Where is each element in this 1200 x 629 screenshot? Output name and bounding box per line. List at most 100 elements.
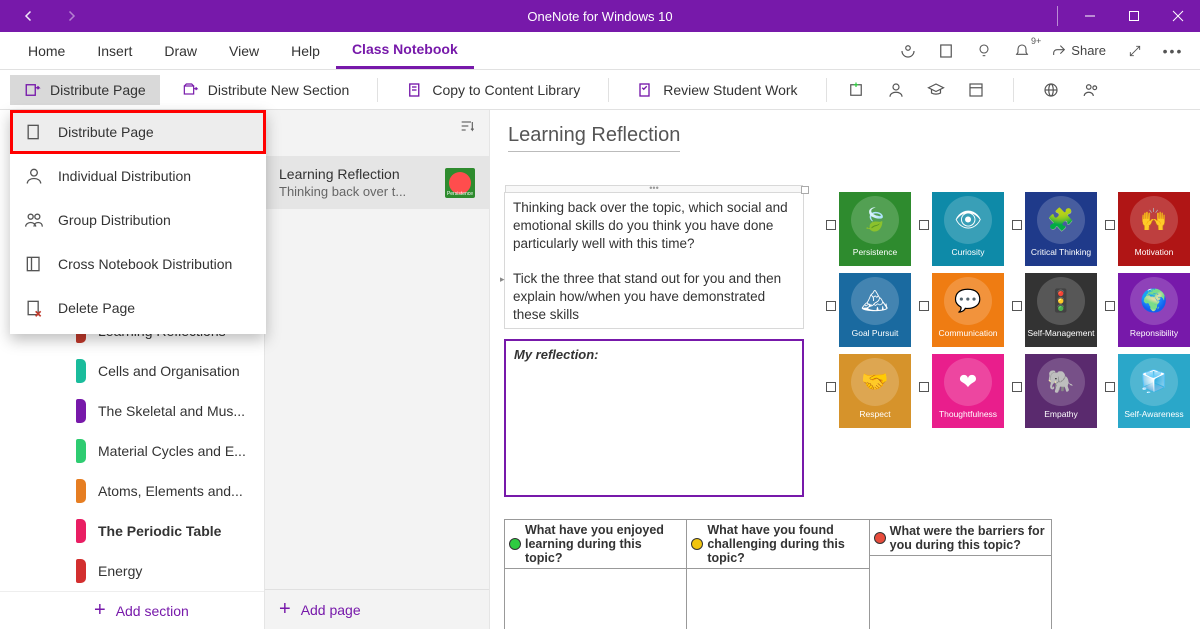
skill-card: 🤝 Respect bbox=[839, 354, 911, 428]
nav-back-button[interactable] bbox=[20, 7, 38, 25]
skill-checkbox[interactable] bbox=[1105, 220, 1115, 230]
section-color-tab bbox=[76, 359, 86, 383]
connections-icon[interactable] bbox=[1042, 81, 1060, 99]
ribbon-more-icon[interactable]: ••• bbox=[1164, 42, 1182, 60]
ctx-item-distribute-page[interactable]: Distribute Page bbox=[10, 110, 266, 154]
skill-checkbox[interactable] bbox=[1012, 382, 1022, 392]
add-section-button[interactable]: + Add section bbox=[0, 591, 264, 629]
skill-checkbox[interactable] bbox=[919, 301, 929, 311]
skill-cell: ❤ Thoughtfulness bbox=[919, 354, 1009, 432]
skill-checkbox[interactable] bbox=[1012, 301, 1022, 311]
skill-illustration-icon: 👁 bbox=[944, 196, 992, 244]
skill-checkbox[interactable] bbox=[1012, 220, 1022, 230]
ctx-item-group-distribution[interactable]: Group Distribution bbox=[10, 198, 266, 242]
section-item[interactable]: The Skeletal and Mus... bbox=[0, 391, 264, 431]
review-work-icon bbox=[637, 81, 655, 99]
skill-checkbox[interactable] bbox=[826, 220, 836, 230]
skill-label: Communication bbox=[938, 328, 997, 338]
ctx-item-icon bbox=[24, 166, 44, 186]
section-label: The Skeletal and Mus... bbox=[98, 403, 248, 419]
skill-cell: 👁 Curiosity bbox=[919, 192, 1009, 270]
tab-insert[interactable]: Insert bbox=[81, 32, 148, 69]
skill-checkbox[interactable] bbox=[919, 220, 929, 230]
lightbulb-icon[interactable] bbox=[975, 42, 993, 60]
pages-panel: Learning Reflection Thinking back over t… bbox=[265, 110, 490, 629]
skill-illustration-icon: 🍃 bbox=[851, 196, 899, 244]
ctx-item-delete-page[interactable]: Delete Page bbox=[10, 286, 266, 330]
titlebar-separator bbox=[1057, 6, 1058, 26]
question-answer-cell[interactable] bbox=[687, 569, 868, 629]
cmd-review-work[interactable]: Review Student Work bbox=[623, 75, 811, 105]
section-item[interactable]: The Periodic Table bbox=[0, 511, 264, 551]
skill-cell: 🧊 Self-Awareness bbox=[1105, 354, 1195, 432]
page-title[interactable]: Learning Reflection bbox=[508, 124, 680, 152]
share-button[interactable]: Share bbox=[1051, 43, 1106, 59]
skill-checkbox[interactable] bbox=[1105, 301, 1115, 311]
notifications-icon[interactable]: 9+ bbox=[1013, 42, 1031, 60]
ctx-item-icon bbox=[24, 210, 44, 230]
skill-cell: 🚦 Self-Management bbox=[1012, 273, 1102, 351]
skill-label: Curiosity bbox=[951, 247, 984, 257]
question-answer-cell[interactable] bbox=[870, 556, 1051, 622]
page-canvas[interactable]: Learning Reflection Thinking back over t… bbox=[490, 110, 1200, 629]
skill-card: 🌍 Reponsibility bbox=[1118, 273, 1190, 347]
question-header: What have you enjoyed learning during th… bbox=[505, 520, 686, 569]
ctx-item-individual-distribution[interactable]: Individual Distribution bbox=[10, 154, 266, 198]
instructions-box[interactable]: Thinking back over the topic, which soci… bbox=[504, 192, 804, 329]
collapse-caret-icon[interactable]: ▸ bbox=[500, 273, 505, 285]
ribbon-commands: Distribute Page Distribute New Section C… bbox=[0, 70, 1200, 110]
page-icon[interactable] bbox=[937, 42, 955, 60]
question-answer-cell[interactable] bbox=[505, 569, 686, 629]
nav-forward-button[interactable] bbox=[62, 7, 80, 25]
cmd-separator bbox=[377, 78, 378, 102]
ctx-item-label: Group Distribution bbox=[58, 212, 171, 228]
ctx-item-icon bbox=[24, 254, 44, 274]
dictate-icon[interactable] bbox=[899, 42, 917, 60]
ctx-item-icon bbox=[24, 122, 44, 142]
question-column: What were the barriers for you during th… bbox=[870, 520, 1051, 629]
skill-illustration-icon: 🌍 bbox=[1130, 277, 1178, 325]
question-header: What were the barriers for you during th… bbox=[870, 520, 1051, 556]
section-item[interactable]: Energy bbox=[0, 551, 264, 591]
skill-checkbox[interactable] bbox=[826, 382, 836, 392]
fullscreen-icon[interactable] bbox=[1126, 42, 1144, 60]
reflection-box[interactable]: My reflection: bbox=[504, 339, 804, 497]
section-item[interactable]: Atoms, Elements and... bbox=[0, 471, 264, 511]
education-icon[interactable] bbox=[927, 81, 945, 99]
cmd-copy-library[interactable]: Copy to Content Library bbox=[392, 75, 594, 105]
people-icon[interactable] bbox=[1082, 81, 1100, 99]
manage-icon[interactable] bbox=[967, 81, 985, 99]
tab-draw[interactable]: Draw bbox=[148, 32, 213, 69]
page-item[interactable]: Learning Reflection Thinking back over t… bbox=[265, 156, 489, 209]
section-item[interactable]: Cells and Organisation bbox=[0, 351, 264, 391]
skill-label: Critical Thinking bbox=[1031, 247, 1091, 257]
skill-checkbox[interactable] bbox=[826, 301, 836, 311]
tab-class-notebook[interactable]: Class Notebook bbox=[336, 32, 474, 69]
question-header: What have you found challenging during t… bbox=[687, 520, 868, 569]
tab-view[interactable]: View bbox=[213, 32, 275, 69]
skill-cell: 🙌 Motivation bbox=[1105, 192, 1195, 270]
section-item[interactable]: Material Cycles and E... bbox=[0, 431, 264, 471]
window-minimize-button[interactable] bbox=[1068, 0, 1112, 32]
cmd-distribute-page[interactable]: Distribute Page bbox=[10, 75, 160, 105]
cmd-distribute-new-section[interactable]: Distribute New Section bbox=[168, 75, 364, 105]
skill-card: 🚦 Self-Management bbox=[1025, 273, 1097, 347]
ctx-item-cross-notebook-distribution[interactable]: Cross Notebook Distribution bbox=[10, 242, 266, 286]
cmd-separator bbox=[826, 78, 827, 102]
cmd-separator bbox=[1013, 78, 1014, 102]
sort-pages-icon[interactable] bbox=[459, 118, 475, 134]
window-close-button[interactable] bbox=[1156, 0, 1200, 32]
plus-icon: + bbox=[94, 599, 106, 622]
add-page-button[interactable]: + Add page bbox=[265, 589, 489, 629]
skill-illustration-icon: 🧩 bbox=[1037, 196, 1085, 244]
tab-home[interactable]: Home bbox=[12, 32, 81, 69]
skill-checkbox[interactable] bbox=[1105, 382, 1115, 392]
tab-help[interactable]: Help bbox=[275, 32, 336, 69]
window-maximize-button[interactable] bbox=[1112, 0, 1156, 32]
person-icon[interactable] bbox=[887, 81, 905, 99]
skill-card: 🍃 Persistence bbox=[839, 192, 911, 266]
cmd-separator bbox=[608, 78, 609, 102]
reflection-label: My reflection: bbox=[514, 347, 794, 362]
skill-checkbox[interactable] bbox=[919, 382, 929, 392]
add-student-icon[interactable] bbox=[847, 81, 865, 99]
